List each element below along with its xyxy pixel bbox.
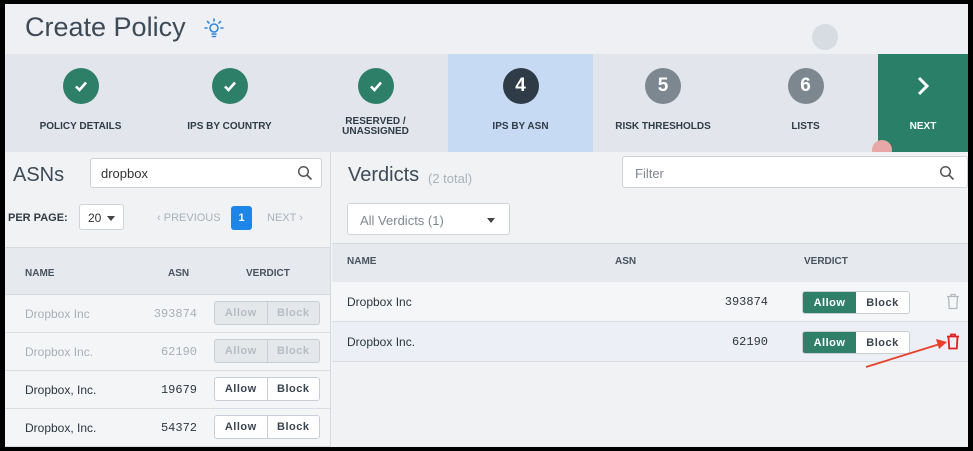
verdict-toggle: Allow Block — [802, 291, 910, 314]
verdicts-total: (2 total) — [428, 171, 473, 186]
row-asn: 19679 — [160, 383, 197, 397]
previous-page-link[interactable]: ‹ PREVIOUS — [157, 212, 221, 224]
asn-panel: ASNs dropbox PER PAGE: 20 ‹ PREVIOUS 1 N… — [5, 152, 331, 447]
lightbulb-icon[interactable] — [202, 17, 226, 41]
table-row: Dropbox, Inc. 54372 Allow Block — [5, 409, 330, 447]
verdict-toggle: Allow Block — [214, 339, 320, 363]
step-risk-thresholds[interactable]: 5 RISK THRESHOLDS — [593, 54, 733, 152]
trash-icon[interactable] — [946, 333, 960, 350]
next-step-button[interactable]: NEXT — [878, 54, 968, 152]
step-policy-details[interactable]: POLICY DETAILS — [5, 54, 156, 152]
per-page-label: PER PAGE: — [8, 212, 68, 224]
asn-table-header: NAME ASN VERDICT — [5, 247, 330, 295]
column-header-verdict: VERDICT — [804, 256, 848, 267]
table-row: Dropbox Inc 393874 Allow Block — [5, 295, 330, 333]
verdict-type-select[interactable]: All Verdicts (1) — [347, 203, 510, 235]
row-name: Dropbox Inc. — [25, 345, 94, 359]
verdict-toggle: Allow Block — [802, 331, 910, 354]
block-button[interactable]: Block — [266, 416, 320, 438]
table-row: Dropbox, Inc. 19679 Allow Block — [5, 371, 330, 409]
step-label: POLICY DETAILS — [39, 121, 122, 132]
verdict-table-header: NAME ASN VERDICT — [332, 243, 968, 283]
step-number: 6 — [787, 68, 824, 104]
table-row: Dropbox Inc 393874 Allow Block — [332, 282, 968, 322]
caret-down-icon — [107, 216, 115, 221]
next-label: NEXT — [267, 212, 297, 224]
block-button: Block — [266, 302, 320, 324]
block-button[interactable]: Block — [856, 332, 909, 353]
decorative-circle — [812, 24, 838, 50]
step-label: RESERVED / UNASSIGNED — [342, 116, 409, 137]
chevron-right-icon — [905, 68, 941, 104]
step-reserved-unassigned[interactable]: RESERVED / UNASSIGNED — [303, 54, 448, 152]
check-icon — [357, 68, 394, 104]
allow-button[interactable]: Allow — [803, 292, 856, 313]
allow-button[interactable]: Allow — [215, 416, 267, 438]
trash-icon[interactable] — [946, 293, 960, 310]
search-icon[interactable] — [297, 165, 313, 181]
check-icon — [62, 68, 99, 104]
per-page-select[interactable]: 20 — [79, 204, 124, 230]
row-asn: 393874 — [724, 295, 768, 309]
table-row: Dropbox Inc. 62190 Allow Block — [5, 333, 330, 371]
search-value: dropbox — [101, 166, 148, 181]
row-asn: 62190 — [160, 345, 197, 359]
step-lists[interactable]: 6 LISTS — [733, 54, 878, 152]
asn-search-input[interactable]: dropbox — [90, 158, 322, 188]
next-page-link[interactable]: NEXT › — [267, 212, 303, 224]
next-label: NEXT — [909, 121, 937, 132]
block-button[interactable]: Block — [266, 378, 320, 400]
column-header-asn[interactable]: ASN — [615, 256, 636, 267]
row-name: Dropbox Inc — [347, 295, 412, 309]
step-number: 5 — [645, 68, 681, 104]
asn-panel-title: ASNs — [13, 164, 65, 186]
search-icon[interactable] — [939, 165, 955, 181]
verdicts-title: Verdicts — [348, 164, 420, 186]
column-header-asn[interactable]: ASN — [168, 268, 189, 279]
allow-button[interactable]: Allow — [215, 378, 267, 400]
step-label: RISK THRESHOLDS — [615, 121, 711, 132]
column-header-name[interactable]: NAME — [347, 256, 376, 267]
block-button: Block — [266, 340, 320, 362]
row-asn: 393874 — [153, 307, 197, 321]
allow-button[interactable]: Allow — [803, 332, 856, 353]
row-asn: 62190 — [731, 335, 768, 349]
check-icon — [211, 68, 248, 104]
verdict-toggle: Allow Block — [214, 415, 320, 439]
allow-button: Allow — [224, 307, 257, 319]
verdicts-panel: Verdicts (2 total) Filter All Verdicts (… — [332, 152, 968, 447]
step-ips-by-country[interactable]: IPS BY COUNTRY — [156, 54, 303, 152]
block-button[interactable]: Block — [856, 292, 909, 313]
step-label: LISTS — [791, 121, 820, 132]
row-name: Dropbox Inc. — [347, 335, 416, 349]
row-asn: 54372 — [160, 421, 197, 435]
page-number-button[interactable]: 1 — [231, 206, 252, 230]
verdict-toggle: Allow Block — [214, 301, 320, 325]
step-ips-by-asn[interactable]: 4 IPS BY ASN — [448, 54, 593, 152]
step-label: IPS BY ASN — [492, 121, 549, 132]
column-header-verdict: VERDICT — [246, 268, 290, 279]
previous-label: PREVIOUS — [163, 212, 221, 224]
step-label: IPS BY COUNTRY — [187, 121, 272, 132]
row-name: Dropbox, Inc. — [25, 383, 97, 397]
page-header: Create Policy — [5, 4, 968, 54]
column-header-name[interactable]: NAME — [25, 268, 54, 279]
caret-down-icon — [487, 218, 495, 223]
page-title: Create Policy — [25, 12, 186, 42]
table-row: Dropbox Inc. 62190 Allow Block — [332, 322, 968, 362]
verdict-toggle: Allow Block — [214, 377, 320, 401]
policy-stepper: POLICY DETAILS IPS BY COUNTRY RESERVED /… — [5, 54, 968, 152]
row-name: Dropbox, Inc. — [25, 421, 97, 435]
allow-button: Allow — [224, 345, 257, 357]
filter-placeholder: Filter — [635, 166, 664, 181]
app-window: Create Policy POLICY DETAILS IPS BY COUN… — [5, 4, 968, 447]
step-number: 4 — [502, 68, 539, 104]
verdict-select-value: All Verdicts (1) — [360, 213, 444, 228]
per-page-value: 20 — [88, 211, 102, 225]
row-name: Dropbox Inc — [25, 307, 90, 321]
verdict-filter-input[interactable]: Filter — [622, 156, 968, 188]
